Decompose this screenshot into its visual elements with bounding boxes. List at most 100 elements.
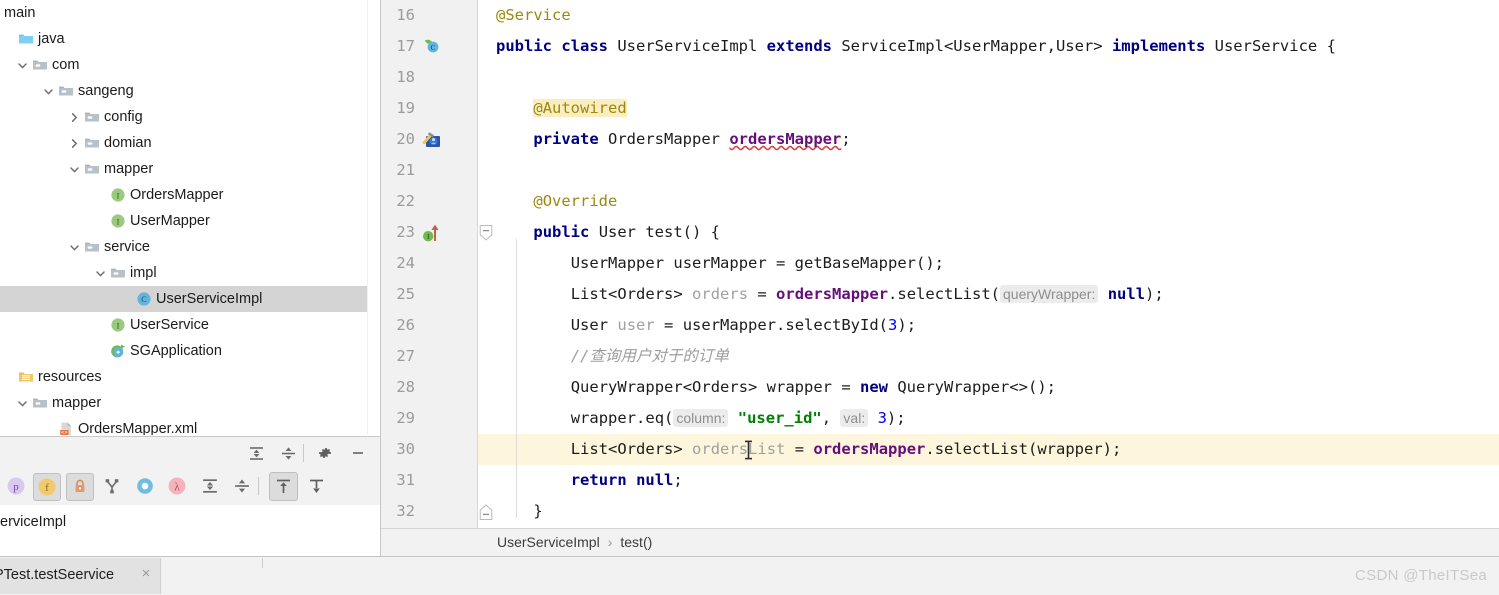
chevron-right-icon[interactable] (68, 130, 81, 156)
tree-item-ordersmapper-xml[interactable]: <> OrdersMapper.xml (0, 416, 367, 435)
chevron-right-icon[interactable] (68, 104, 81, 130)
filter-lambda-icon[interactable]: λ (164, 473, 190, 499)
folder-icon (32, 390, 50, 416)
fold-marker-collapse-top[interactable] (479, 222, 497, 253)
tree-item-com[interactable]: com (0, 52, 367, 78)
svg-text:λ: λ (174, 481, 180, 493)
gear-icon[interactable] (312, 440, 338, 466)
editor-gutter[interactable]: 16 17 C 18 19 20 21 22 23 I 24 25 26 27 28 29 30 31 32 (381, 0, 477, 528)
chevron-down-icon[interactable] (94, 260, 107, 286)
filter-private-lock-icon[interactable] (66, 473, 94, 501)
close-icon[interactable]: × (138, 566, 154, 582)
code-line-16[interactable]: @Service (478, 0, 1499, 31)
tree-item-mapper[interactable]: mapper (0, 156, 367, 182)
minimize-icon[interactable] (345, 440, 371, 466)
line-number: 19 (396, 99, 415, 117)
tree-item-label: mapper (104, 161, 154, 177)
line-number: 21 (396, 161, 415, 179)
code-line-21[interactable] (478, 155, 1499, 186)
line-number: 17 (396, 37, 415, 55)
code-editor[interactable]: 16 17 C 18 19 20 21 22 23 I 24 25 26 27 28 29 30 31 32 @Se… (381, 0, 1499, 557)
filter-fields-icon[interactable]: f (33, 473, 61, 501)
code-line-23[interactable]: public User test() { (478, 217, 1499, 248)
code-line-25[interactable]: List<Orders> orders = ordersMapper.selec… (478, 279, 1499, 310)
code-line-20[interactable]: private OrdersMapper ordersMapper; (478, 124, 1499, 155)
project-tree[interactable]: main java com sangeng config domian mapper I Ord… (0, 0, 367, 435)
tree-item-label: SGApplication (130, 343, 222, 359)
tree-item-userserviceimpl[interactable]: C UserServiceImpl (0, 286, 367, 312)
tree-item-service[interactable]: service (0, 234, 367, 260)
code-line-29[interactable]: wrapper.eq(column: "user_id", val: 3); (478, 403, 1499, 434)
interface-icon: I (110, 182, 128, 208)
bottom-tool-window-bar: PTest.testSeervice × CSDN @TheITSea (0, 556, 1499, 595)
tree-item-label: resources (38, 369, 102, 385)
tree-item-label: OrdersMapper (130, 187, 224, 203)
chevron-down-icon[interactable] (42, 78, 55, 104)
class-bean-icon[interactable]: C (421, 36, 443, 67)
tree-item-sgapplication[interactable]: SGApplication (0, 338, 367, 364)
code-content[interactable]: @Service public class UserServiceImpl ext… (478, 0, 1499, 528)
show-hierarchy-icon[interactable] (99, 473, 125, 499)
chevron-down-icon[interactable] (68, 156, 81, 182)
tree-item-main[interactable]: main (0, 0, 367, 26)
collapse-all-icon[interactable] (275, 440, 301, 466)
line-number: 25 (396, 285, 415, 303)
tree-item-sangeng[interactable]: sangeng (0, 78, 367, 104)
code-line-19[interactable]: @Autowired (478, 93, 1499, 124)
breadcrumb-class[interactable]: UserServiceImpl (497, 534, 600, 550)
svg-text:I: I (117, 321, 120, 330)
tree-item-java[interactable]: java (0, 26, 367, 52)
tree-item-domian[interactable]: domian (0, 130, 367, 156)
code-line-17[interactable]: public class UserServiceImpl extends Ser… (478, 31, 1499, 62)
tree-item-label: UserServiceImpl (156, 291, 263, 307)
code-line-32[interactable]: } (478, 496, 1499, 527)
tree-item-config[interactable]: config (0, 104, 367, 130)
tree-item-userservice[interactable]: I UserService (0, 312, 367, 338)
tree-item-mapper[interactable]: mapper (0, 390, 367, 416)
implementing-method-icon[interactable]: I (421, 222, 443, 253)
chevron-down-icon[interactable] (16, 390, 29, 416)
fold-marker-collapse-bottom[interactable] (479, 501, 497, 532)
line-number: 16 (396, 6, 415, 24)
tree-item-ordersmapper[interactable]: I OrdersMapper (0, 182, 367, 208)
resources-folder-icon (18, 364, 36, 390)
tree-item-resources[interactable]: resources (0, 364, 367, 390)
tree-item-usermapper[interactable]: I UserMapper (0, 208, 367, 234)
svg-text:I: I (117, 191, 120, 200)
tree-item-label: UserMapper (130, 213, 210, 229)
filter-non-null-icon[interactable] (132, 473, 158, 499)
line-number: 26 (396, 316, 415, 334)
chevron-down-icon[interactable] (68, 234, 81, 260)
tree-item-label: main (4, 5, 36, 21)
tree-item-label: sangeng (78, 83, 134, 99)
folder-icon (84, 104, 102, 130)
expand-all-icon[interactable] (243, 440, 269, 466)
folder-icon (110, 260, 128, 286)
bottom-tab-test-run[interactable]: PTest.testSeervice × (0, 558, 161, 594)
svg-text:f: f (45, 482, 49, 494)
code-line-31[interactable]: return null; (478, 465, 1499, 496)
tree-item-label: config (104, 109, 143, 125)
code-line-24[interactable]: UserMapper userMapper = getBaseMapper(); (478, 248, 1499, 279)
watermark-label: CSDN @TheITSea (1355, 567, 1487, 584)
code-line-30[interactable]: List<Orders> ordersList = ordersMapper.s… (478, 434, 1499, 465)
structure-filter-toolbar: p f λ (0, 468, 380, 506)
code-line-22[interactable]: @Override (478, 186, 1499, 217)
autowired-bean-icon[interactable] (421, 129, 443, 160)
code-line-28[interactable]: QueryWrapper<Orders> wrapper = new Query… (478, 372, 1499, 403)
project-tree-scrollbar[interactable] (367, 0, 380, 435)
code-line-26[interactable]: User user = userMapper.selectById(3); (478, 310, 1499, 341)
line-number: 31 (396, 471, 415, 489)
scroll-to-source-icon[interactable] (303, 473, 329, 499)
code-line-27[interactable]: //查询用户对于的订单 (478, 341, 1499, 372)
scroll-from-source-icon[interactable] (269, 472, 298, 501)
chevron-down-icon[interactable] (16, 52, 29, 78)
bottom-bar-divider (262, 558, 263, 568)
filter-package-private-icon[interactable]: p (3, 473, 29, 499)
code-line-18[interactable] (478, 62, 1499, 93)
collapse-all-icon[interactable] (229, 473, 255, 499)
spring-boot-app-icon (110, 338, 128, 364)
tree-item-impl[interactable]: impl (0, 260, 367, 286)
breadcrumb-method[interactable]: test() (620, 534, 652, 550)
expand-all-icon[interactable] (197, 473, 223, 499)
